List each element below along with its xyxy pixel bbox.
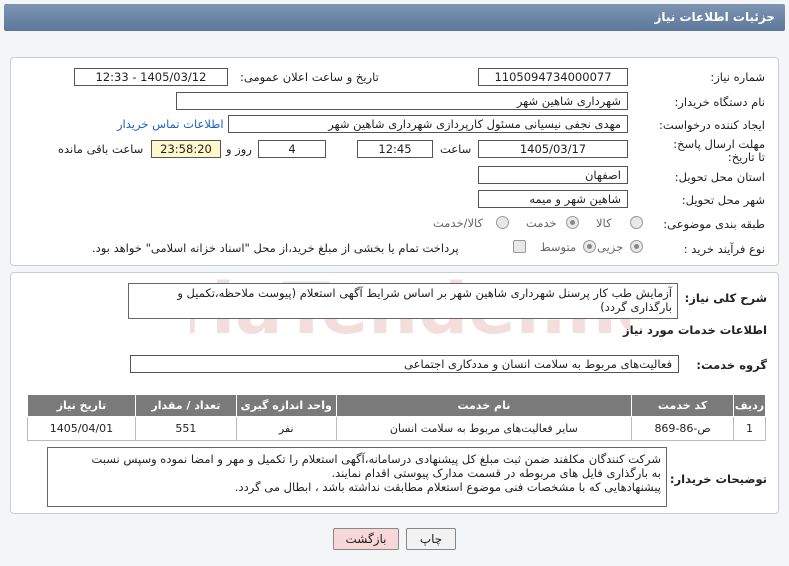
notes-textarea: شرکت کنندگان مکلفند ضمن ثبت مبلغ کل پیشن… xyxy=(47,447,667,507)
need-info-panel xyxy=(10,57,779,266)
buyer-org-label: نام دستگاه خریدار: xyxy=(674,95,765,109)
cell-code: ص-86-869 xyxy=(631,416,735,441)
category-radio-goods-service[interactable] xyxy=(496,216,509,229)
process-option-minor: جزیی xyxy=(597,240,624,254)
category-option-goods-service: کالا/خدمت xyxy=(433,216,484,230)
process-radio-medium[interactable] xyxy=(583,240,596,253)
days-label: روز و xyxy=(226,142,252,156)
category-option-service: خدمت xyxy=(526,216,557,230)
deadline-date-field: 1405/03/17 xyxy=(478,140,628,158)
deadline-label: مهلت ارسال پاسخ: تا تاریخ: xyxy=(665,138,765,164)
service-group-label: گروه خدمت: xyxy=(696,358,767,372)
col-date: تاریخ نیاز xyxy=(27,394,136,417)
cell-unit: نفر xyxy=(235,416,337,441)
buyer-org-field: شهرداری شاهین شهر xyxy=(176,92,628,110)
deadline-label-text: مهلت ارسال پاسخ: تا تاریخ: xyxy=(673,137,765,164)
col-unit: واحد اندازه گیری xyxy=(235,394,337,417)
summary-label: شرح کلی نیاز: xyxy=(684,291,767,305)
table-row: 1 ص-86-869 سایر فعالیت‌های مربوط به سلام… xyxy=(27,416,766,441)
notes-line-3: پیشنهادهایی که با مشخصات فنی موضوع استعل… xyxy=(234,480,661,494)
creator-field: مهدی نجفی نیسیانی مسئول کارپردازی شهردار… xyxy=(228,115,628,133)
cell-name: سایر فعالیت‌های مربوط به سلامت انسان xyxy=(335,416,633,441)
category-label: طبقه بندی موضوعی: xyxy=(663,217,765,231)
need-number-label: شماره نیاز: xyxy=(710,70,765,84)
buyer-contact-link[interactable]: اطلاعات تماس خریدار xyxy=(117,117,224,131)
province-label: استان محل تحویل: xyxy=(674,170,765,184)
page-title: جزئیات اطلاعات نیاز xyxy=(4,4,785,31)
remaining-time-field: 23:58:20 xyxy=(151,140,221,158)
category-option-goods: کالا xyxy=(596,216,612,230)
process-option-medium: متوسط xyxy=(540,240,577,254)
process-label: نوع فرآیند خرید : xyxy=(683,242,765,256)
notes-line-2: به بارگذاری فایل های مربوطه در قسمت مدار… xyxy=(331,466,661,480)
services-table-header: ردیف کد خدمت نام خدمت واحد اندازه گیری ت… xyxy=(27,394,766,417)
col-name: نام خدمت xyxy=(335,394,633,417)
notes-label: توضیحات خریدار: xyxy=(669,472,767,486)
service-group-field: فعالیت‌های مربوط به سلامت انسان و مددکار… xyxy=(130,355,679,373)
announce-label: تاریخ و ساعت اعلان عمومی: xyxy=(240,70,379,84)
need-number-field: 1105094734000077 xyxy=(478,68,628,86)
cell-date: 1405/04/01 xyxy=(27,416,136,441)
services-heading: اطلاعات خدمات مورد نیاز xyxy=(623,323,767,337)
city-field: شاهین شهر و میمه xyxy=(478,190,628,208)
deadline-time-field: 12:45 xyxy=(357,140,433,158)
category-radio-goods[interactable] xyxy=(630,216,643,229)
print-button[interactable]: چاپ xyxy=(406,528,456,550)
announce-date-field: 1405/03/12 - 12:33 xyxy=(74,68,228,86)
deadline-time-label: ساعت xyxy=(440,142,472,156)
process-radio-minor[interactable] xyxy=(630,240,643,253)
col-quantity: تعداد / مقدار xyxy=(134,394,237,417)
back-button[interactable]: بازگشت xyxy=(333,528,399,550)
services-table: ردیف کد خدمت نام خدمت واحد اندازه گیری ت… xyxy=(27,394,766,441)
col-code: کد خدمت xyxy=(631,394,735,417)
province-field: اصفهان xyxy=(478,166,628,184)
col-row: ردیف xyxy=(733,394,766,417)
treasury-payment-checkbox[interactable] xyxy=(513,240,526,253)
remaining-time-label: ساعت باقی مانده xyxy=(58,142,144,156)
cell-quantity: 551 xyxy=(134,416,237,441)
payment-note: پرداخت تمام یا بخشی از مبلغ خرید،از محل … xyxy=(92,241,459,255)
summary-textarea: آزمایش طب کار پرسنل شهرداری شاهین شهر بر… xyxy=(128,283,678,319)
days-remaining-field: 4 xyxy=(258,140,326,158)
city-label: شهر محل تحویل: xyxy=(681,193,765,207)
cell-row: 1 xyxy=(733,416,766,441)
category-radio-service[interactable] xyxy=(566,216,579,229)
notes-line-1: شرکت کنندگان مکلفند ضمن ثبت مبلغ کل پیشن… xyxy=(91,452,661,466)
creator-label: ایجاد کننده درخواست: xyxy=(659,118,765,132)
